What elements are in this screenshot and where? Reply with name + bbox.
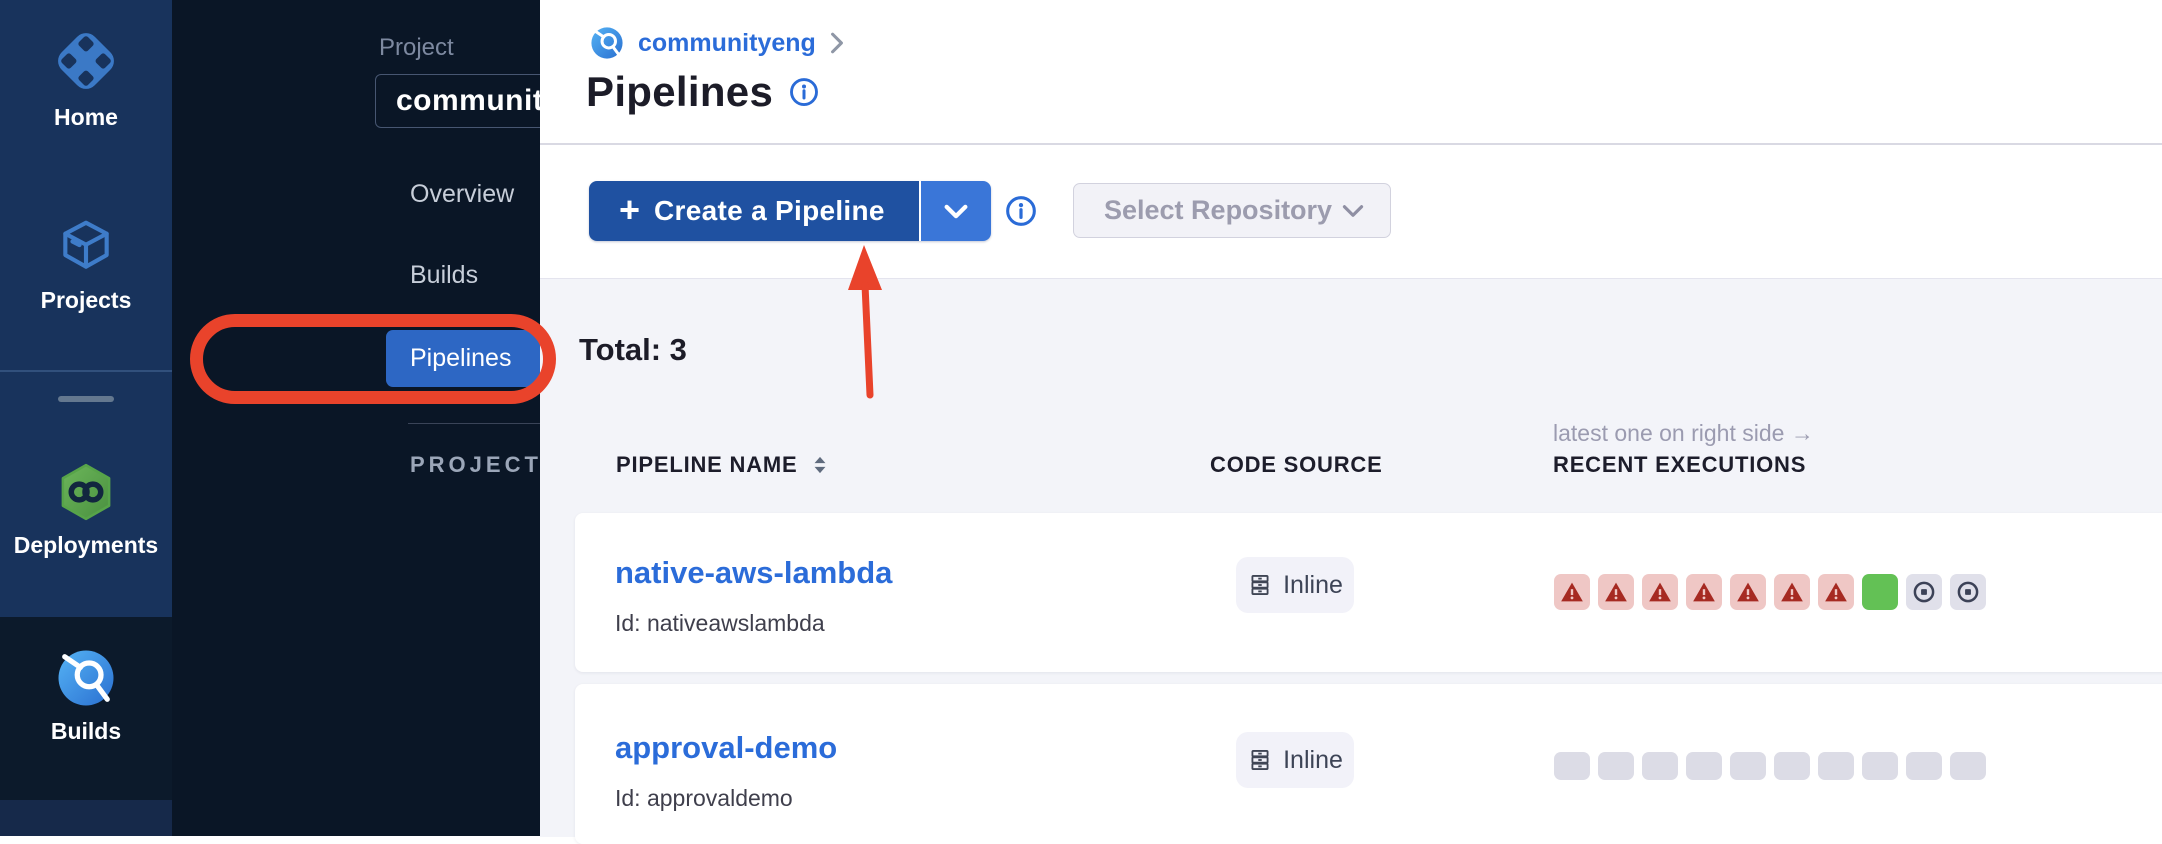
execution-status-empty[interactable] — [1774, 752, 1810, 780]
pipeline-name-link[interactable]: native-aws-lambda — [615, 555, 892, 591]
code-source-badge: Inline — [1236, 557, 1354, 613]
builds-icon — [56, 648, 116, 708]
create-pipeline-label: Create a Pipeline — [654, 195, 885, 227]
create-pipeline-dropdown-toggle[interactable] — [921, 181, 991, 241]
execution-status-empty[interactable] — [1554, 752, 1590, 780]
chevron-down-icon — [944, 204, 968, 219]
execution-status-empty[interactable] — [1730, 752, 1766, 780]
module-home[interactable]: Home — [0, 28, 172, 131]
code-source-badge: Inline — [1236, 732, 1354, 788]
header-divider — [540, 143, 2162, 145]
execution-status-failed[interactable] — [1642, 574, 1678, 610]
pipeline-row[interactable]: native-aws-lambda Id: nativeawslambda In… — [575, 513, 2162, 672]
code-source-label: Inline — [1283, 746, 1343, 775]
pipeline-name-header-label: PIPELINE NAME — [616, 452, 798, 478]
project-field-label: Project — [379, 34, 454, 62]
execution-status-failed[interactable] — [1554, 574, 1590, 610]
recent-executions — [1554, 752, 1986, 780]
code-source-label: Inline — [1283, 571, 1343, 600]
page-title-row: Pipelines — [586, 68, 819, 116]
home-icon — [53, 28, 119, 94]
execution-status-empty[interactable] — [1598, 752, 1634, 780]
execution-status-failed[interactable] — [1598, 574, 1634, 610]
execution-status-empty[interactable] — [1642, 752, 1678, 780]
execution-status-empty[interactable] — [1862, 752, 1898, 780]
execution-status-success[interactable] — [1862, 574, 1898, 610]
chevron-down-icon — [1342, 204, 1364, 218]
inline-store-icon — [1247, 572, 1273, 598]
project-nav-panel: Project communityeng Overview Builds Pip… — [172, 0, 540, 836]
column-header-pipeline-name[interactable]: PIPELINE NAME — [616, 452, 830, 478]
column-header-code-source: CODE SOURCE — [1210, 452, 1383, 478]
execution-status-failed[interactable] — [1818, 574, 1854, 610]
create-pipeline-split-button: + Create a Pipeline — [589, 181, 991, 241]
execution-status-empty[interactable] — [1950, 752, 1986, 780]
execution-status-aborted[interactable] — [1950, 574, 1986, 610]
sort-icon — [810, 454, 830, 476]
nav-item-builds-label: Builds — [410, 261, 478, 290]
module-home-label: Home — [0, 104, 172, 131]
repository-select[interactable]: Select Repository — [1073, 183, 1391, 238]
pipeline-name-link[interactable]: approval-demo — [615, 730, 837, 766]
breadcrumb-chevron-icon — [830, 32, 844, 54]
repository-select-placeholder: Select Repository — [1104, 195, 1332, 226]
breadcrumb: communityeng — [590, 26, 844, 60]
create-pipeline-button[interactable]: + Create a Pipeline — [589, 181, 919, 241]
column-header-recent-executions: RECENT EXECUTIONS — [1553, 452, 1806, 478]
module-deployments-label: Deployments — [0, 532, 172, 559]
projects-icon — [55, 215, 117, 277]
module-builds-label: Builds — [0, 718, 172, 745]
total-count: Total: 3 — [579, 332, 687, 368]
ci-module-icon — [590, 26, 624, 60]
execution-status-failed[interactable] — [1730, 574, 1766, 610]
execution-status-empty[interactable] — [1686, 752, 1722, 780]
module-rail: Home Projects Deployments — [0, 0, 172, 836]
execution-status-empty[interactable] — [1906, 752, 1942, 780]
module-projects[interactable]: Projects — [0, 215, 172, 314]
execution-status-failed[interactable] — [1774, 574, 1810, 610]
executions-note: latest one on right side → — [1553, 420, 1814, 447]
module-deployments[interactable]: Deployments — [0, 462, 172, 559]
rail-collapse-handle[interactable] — [58, 396, 114, 402]
module-builds[interactable]: Builds — [0, 648, 172, 745]
execution-status-empty[interactable] — [1818, 752, 1854, 780]
module-projects-label: Projects — [0, 287, 172, 314]
execution-status-aborted[interactable] — [1906, 574, 1942, 610]
title-info-icon[interactable] — [789, 77, 819, 107]
recent-executions — [1554, 574, 1986, 610]
nav-item-pipelines-label: Pipelines — [410, 344, 511, 373]
pipeline-row[interactable]: approval-demo Id: approvaldemo Inline — [575, 684, 2162, 844]
pipeline-id: Id: nativeawslambda — [615, 610, 825, 637]
breadcrumb-project-link[interactable]: communityeng — [638, 29, 816, 58]
nav-item-overview-label: Overview — [410, 180, 514, 209]
rail-bottom-section-bg — [0, 800, 172, 836]
rail-divider — [0, 370, 172, 372]
page-title: Pipelines — [586, 68, 773, 116]
deployments-icon — [56, 462, 116, 522]
inline-store-icon — [1247, 747, 1273, 773]
pipeline-id: Id: approvaldemo — [615, 785, 793, 812]
execution-status-failed[interactable] — [1686, 574, 1722, 610]
create-info-icon[interactable] — [1005, 195, 1037, 227]
